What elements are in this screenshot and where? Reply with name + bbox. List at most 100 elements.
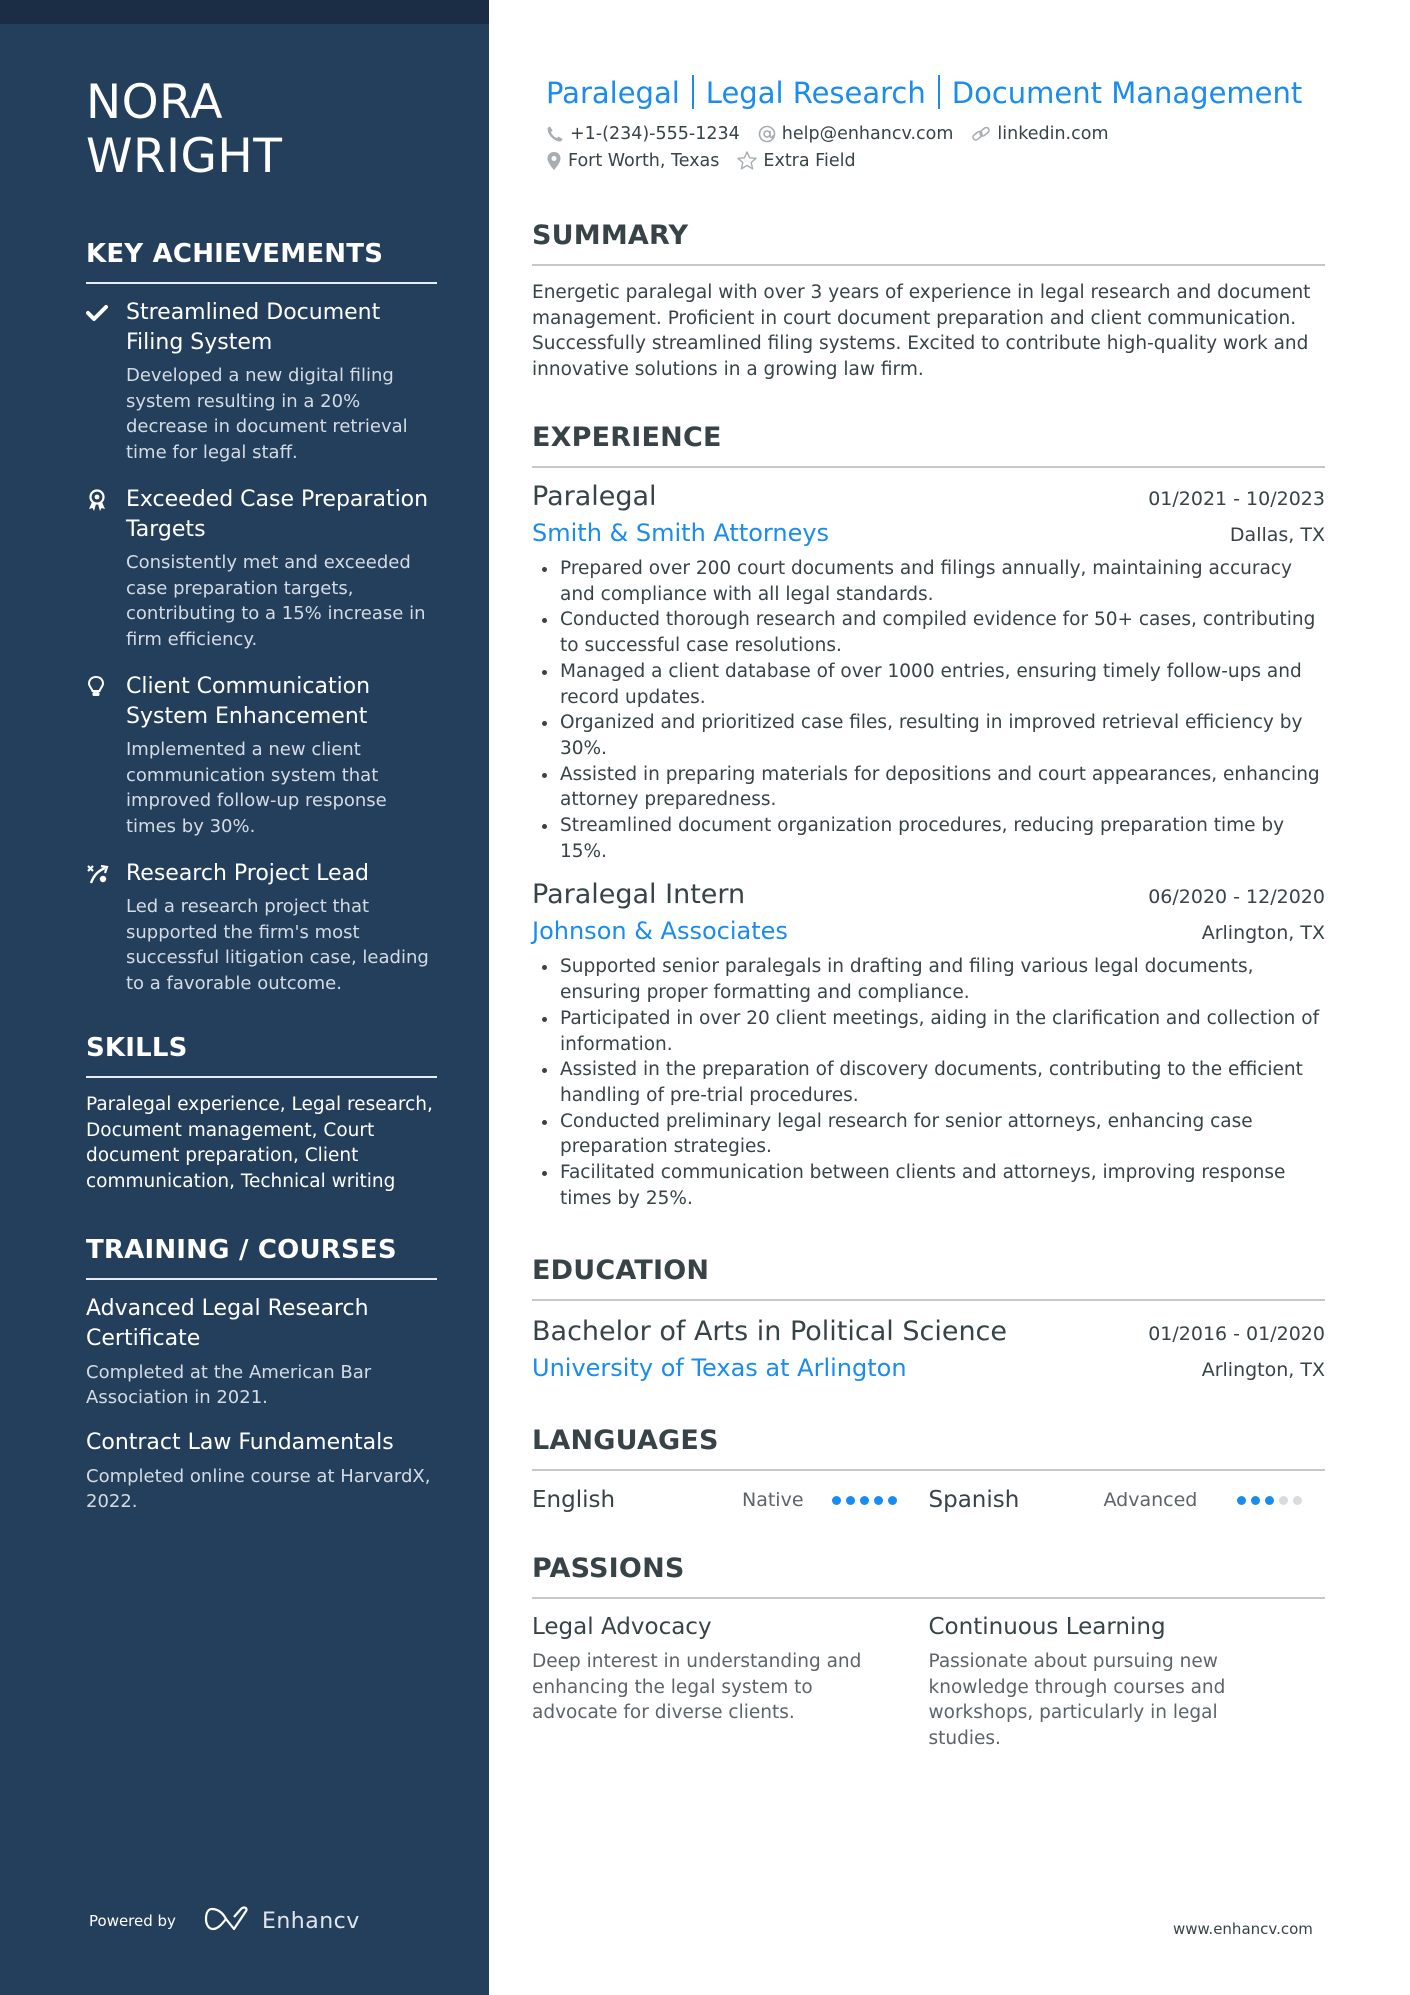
job-bullets: Prepared over 200 court documents and fi… xyxy=(532,556,1325,864)
passion-item: Legal Advocacy Deep interest in understa… xyxy=(532,1611,929,1751)
phone-text: +1-(234)-555-1234 xyxy=(570,123,740,144)
rating-dot-filled xyxy=(874,1495,883,1505)
strategy-play-icon xyxy=(86,859,126,889)
rating-dot-filled xyxy=(1236,1495,1246,1505)
school-name[interactable]: University of Texas at Arlington xyxy=(532,1351,907,1385)
achievement-item: Streamlined Document Filing System Devel… xyxy=(86,298,437,465)
link-icon xyxy=(972,126,991,141)
headline-separator xyxy=(937,75,940,109)
job-bullet: Assisted in preparing materials for depo… xyxy=(532,762,1325,813)
award-ribbon-icon xyxy=(86,485,126,515)
summary-section: SUMMARY Energetic paralegal with over 3 … xyxy=(532,220,1325,382)
job-entry: Paralegal 01/2021 - 10/2023 Smith & Smit… xyxy=(532,478,1325,864)
achievement-item: Client Communication System Enhancement … xyxy=(86,672,437,839)
rating-dot-filled xyxy=(846,1495,855,1505)
powered-by: Powered by Enhancv xyxy=(89,1906,360,1936)
website-link[interactable]: www.enhancv.com xyxy=(1173,1920,1313,1938)
languages-section: LANGUAGES English Native Spanish Advance… xyxy=(532,1425,1325,1517)
passions-section: PASSIONS Legal Advocacy Deep interest in… xyxy=(532,1553,1325,1751)
training-section: TRAINING / COURSES Advanced Legal Resear… xyxy=(86,1234,437,1514)
sidebar-top-strip xyxy=(0,0,489,24)
course-description: Completed at the American Bar Associatio… xyxy=(86,1362,372,1408)
education-location: Arlington, TX xyxy=(1201,1359,1325,1382)
at-sign-icon xyxy=(758,125,776,142)
company-name[interactable]: Smith & Smith Attorneys xyxy=(532,516,829,550)
achievement-title: Client Communication System Enhancement xyxy=(126,674,371,729)
languages-heading: LANGUAGES xyxy=(532,1425,1325,1472)
rating-dot-filled xyxy=(832,1495,841,1505)
achievement-description: Consistently met and exceeded case prepa… xyxy=(126,552,426,650)
enhancv-logo-icon xyxy=(204,1906,250,1936)
location-pin-icon xyxy=(547,151,561,170)
enhancv-brand: Enhancv xyxy=(261,1908,360,1934)
rating-dot-filled xyxy=(888,1495,897,1505)
experience-heading: EXPERIENCE xyxy=(532,422,1325,468)
job-bullet: Prepared over 200 court documents and fi… xyxy=(532,556,1325,607)
language-item: English Native xyxy=(532,1483,929,1517)
passions-heading: PASSIONS xyxy=(532,1553,1325,1600)
last-name: WRIGHT xyxy=(86,129,283,184)
job-entry: Paralegal Intern 06/2020 - 12/2020 Johns… xyxy=(532,876,1325,1211)
languages-list: English Native Spanish Advanced xyxy=(532,1483,1325,1517)
passion-item: Continuous Learning Passionate about pur… xyxy=(929,1611,1326,1751)
education-entry: Bachelor of Arts in Political Science 01… xyxy=(532,1313,1325,1385)
education-section: EDUCATION Bachelor of Arts in Political … xyxy=(532,1255,1325,1385)
course-item: Advanced Legal Research Certificate Comp… xyxy=(86,1294,437,1410)
contact-email[interactable]: help@enhancv.com xyxy=(758,123,954,144)
key-achievements-heading: KEY ACHIEVEMENTS xyxy=(86,238,437,284)
contact-phone[interactable]: +1-(234)-555-1234 xyxy=(546,124,740,144)
degree: Bachelor of Arts in Political Science xyxy=(532,1316,1008,1348)
training-heading: TRAINING / COURSES xyxy=(86,1234,437,1280)
job-bullet: Supported senior paralegals in drafting … xyxy=(532,954,1325,1005)
course-title: Advanced Legal Research Certificate xyxy=(86,1296,369,1351)
achievement-description: Developed a new digital filing system re… xyxy=(126,365,408,463)
education-dates: 01/2016 - 01/2020 xyxy=(1148,1323,1325,1346)
star-icon xyxy=(737,151,758,170)
skills-section: SKILLS Paralegal experience, Legal resea… xyxy=(86,1032,437,1194)
language-item: Spanish Advanced xyxy=(929,1483,1326,1517)
email-text: help@enhancv.com xyxy=(781,123,954,144)
headline-item: Document Management xyxy=(951,76,1303,110)
achievement-item: Research Project Lead Led a research pro… xyxy=(86,859,437,996)
job-bullet: Conducted thorough research and compiled… xyxy=(532,607,1325,658)
job-bullet: Assisted in the preparation of discovery… xyxy=(532,1057,1325,1108)
rating-dot-empty xyxy=(1292,1495,1302,1505)
achievement-description: Led a research project that supported th… xyxy=(126,896,429,994)
job-bullet: Conducted preliminary legal research for… xyxy=(532,1109,1325,1160)
rating-dot-filled xyxy=(860,1495,869,1505)
job-bullets: Supported senior paralegals in drafting … xyxy=(532,954,1325,1211)
rating-dot-filled xyxy=(1250,1495,1260,1505)
powered-by-label: Powered by xyxy=(89,1912,176,1930)
language-rating xyxy=(832,1495,902,1505)
check-icon xyxy=(86,298,126,328)
job-dates: 06/2020 - 12/2020 xyxy=(1148,886,1325,909)
passion-title: Continuous Learning xyxy=(928,1614,1166,1641)
job-bullet: Organized and prioritized case files, re… xyxy=(532,710,1325,761)
skills-list: Paralegal experience, Legal research, Do… xyxy=(86,1094,433,1192)
language-level: Native xyxy=(742,1489,804,1512)
course-description: Completed online course at HarvardX, 202… xyxy=(86,1466,431,1512)
achievement-title: Streamlined Document Filing System xyxy=(126,300,381,355)
main-content: Paralegal Legal Research Document Manageme… xyxy=(532,74,1325,1751)
rating-dot-filled xyxy=(1264,1495,1274,1505)
education-heading: EDUCATION xyxy=(532,1255,1325,1302)
enhancv-logo[interactable]: Enhancv xyxy=(204,1906,360,1936)
summary-text: Energetic paralegal with over 3 years of… xyxy=(532,282,1311,380)
contact-linkedin[interactable]: linkedin.com xyxy=(971,124,1109,144)
language-rating xyxy=(1236,1495,1307,1505)
job-bullet: Streamlined document organization proced… xyxy=(532,813,1325,864)
job-title: Paralegal Intern xyxy=(532,879,746,911)
phone-icon xyxy=(547,126,563,141)
job-bullet: Participated in over 20 client meetings,… xyxy=(532,1006,1325,1057)
headline-item: Paralegal xyxy=(546,76,680,110)
headline-separator xyxy=(691,75,694,109)
job-location: Dallas, TX xyxy=(1229,524,1325,546)
candidate-name: NORA WRIGHT xyxy=(86,76,437,184)
passion-title: Legal Advocacy xyxy=(532,1614,712,1641)
achievement-item: Exceeded Case Preparation Targets Consis… xyxy=(86,485,437,652)
passions-list: Legal Advocacy Deep interest in understa… xyxy=(532,1611,1325,1751)
company-name[interactable]: Johnson & Associates xyxy=(532,914,788,948)
passion-description: Passionate about pursuing new knowledge … xyxy=(928,1651,1226,1749)
headline-item: Legal Research xyxy=(705,76,926,110)
contact-info: +1-(234)-555-1234 help@enhancv.com linke… xyxy=(532,120,1325,174)
